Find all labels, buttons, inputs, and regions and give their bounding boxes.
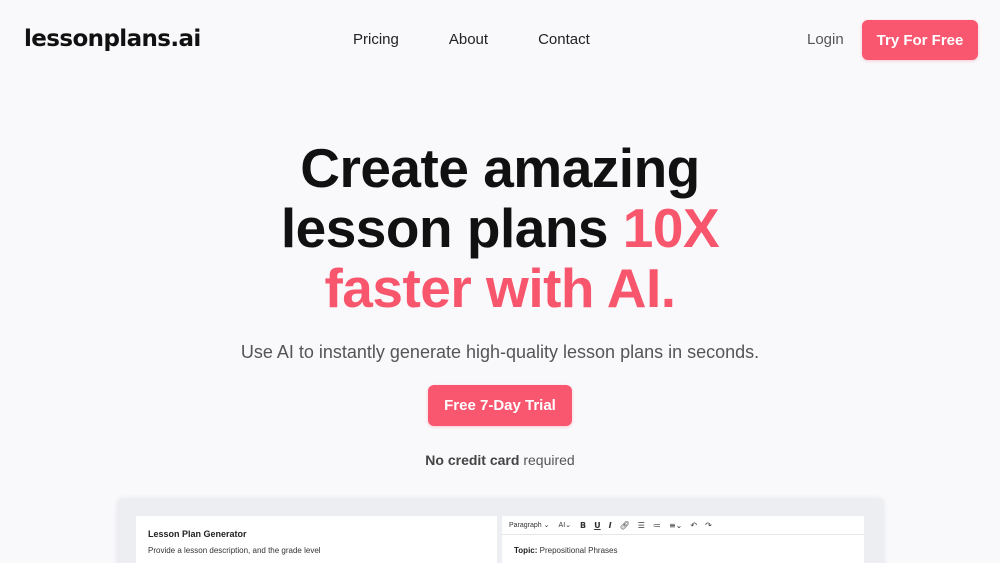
no-credit-card-note: No credit card required	[0, 452, 1000, 468]
paragraph-label: Paragraph	[509, 521, 542, 529]
generator-title: Lesson Plan Generator	[148, 529, 247, 539]
hero-line-1: Create amazing	[300, 137, 700, 199]
hero-line-2: lesson plans 10X	[0, 198, 1000, 258]
numbered-list-icon[interactable]: ≔	[653, 521, 661, 530]
redo-icon[interactable]: ↷	[705, 521, 712, 530]
note-bold: No credit card	[425, 452, 520, 468]
try-for-free-button[interactable]: Try For Free	[862, 20, 978, 60]
bullet-list-icon[interactable]: ☰	[638, 521, 645, 530]
free-trial-button[interactable]: Free 7-Day Trial	[428, 385, 572, 426]
undo-icon[interactable]: ↶	[690, 521, 697, 530]
hero-accent-10x: 10X	[622, 197, 720, 259]
align-icon[interactable]: ≡⌄	[669, 521, 682, 530]
topic-label: Topic:	[514, 546, 538, 555]
hero-line-3: faster with AI.	[324, 257, 676, 319]
generator-description: Provide a lesson description, and the gr…	[148, 546, 321, 555]
paragraph-dropdown[interactable]: Paragraph ⌄	[509, 521, 550, 530]
ai-dropdown[interactable]: AI ⌄	[558, 521, 572, 530]
italic-icon[interactable]: I	[609, 521, 612, 530]
topic-value: Prepositional Phrases	[539, 546, 618, 555]
topic-line: Topic: Prepositional Phrases	[514, 546, 617, 555]
editor-toolbar: Paragraph ⌄ AI ⌄ B U I 🔗︎ ☰ ≔ ≡⌄ ↶ ↷	[502, 516, 864, 535]
login-link[interactable]: Login	[807, 31, 844, 48]
nav-link-contact[interactable]: Contact	[538, 31, 590, 48]
chevron-down-icon: ⌄	[565, 522, 572, 529]
bold-icon[interactable]: B	[580, 521, 586, 530]
generator-panel	[136, 516, 497, 563]
hero-subtitle: Use AI to instantly generate high-qualit…	[240, 342, 760, 362]
link-icon[interactable]: 🔗︎	[620, 521, 630, 530]
underline-icon[interactable]: U	[594, 521, 601, 530]
hero-heading: Create amazing lesson plans 10X faster w…	[0, 138, 1000, 318]
logo[interactable]: lessonplans.ai	[24, 26, 201, 52]
chevron-down-icon: ⌄	[543, 522, 550, 529]
hero-line-2-main: lesson plans	[280, 197, 609, 259]
note-rest: required	[523, 452, 575, 468]
nav-link-pricing[interactable]: Pricing	[353, 31, 399, 48]
nav-links: Pricing About Contact	[353, 31, 640, 48]
top-navigation: lessonplans.ai Pricing About Contact Log…	[0, 0, 1000, 80]
ai-label: AI	[558, 521, 566, 529]
nav-link-about[interactable]: About	[449, 31, 488, 48]
